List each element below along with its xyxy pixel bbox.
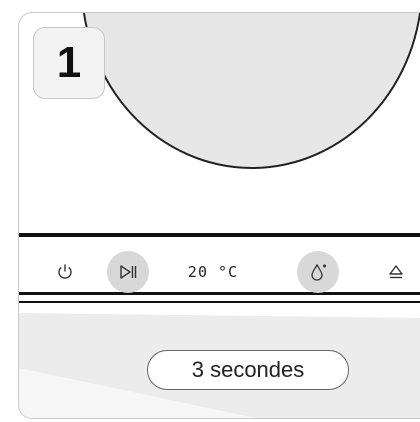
duration-text: 3 secondes xyxy=(191,357,305,382)
panel-bottom-line xyxy=(19,292,420,295)
panel-top-line xyxy=(19,233,420,237)
water-drop-icon xyxy=(311,263,326,281)
eject-button[interactable] xyxy=(381,257,411,287)
power-icon xyxy=(58,264,72,279)
duration-label: 3 secondes xyxy=(147,350,349,390)
power-button[interactable] xyxy=(50,257,80,287)
panel-bottom-line-2 xyxy=(19,301,420,303)
water-button[interactable] xyxy=(297,251,339,293)
temperature-display: 20 °C xyxy=(173,261,253,283)
temperature-value: 20 °C xyxy=(187,263,239,281)
instruction-frame: 1 20 °C 3 secondes xyxy=(18,12,420,419)
step-number-badge: 1 xyxy=(33,27,105,99)
play-pause-button[interactable] xyxy=(107,251,149,293)
step-number: 1 xyxy=(56,38,82,87)
play-pause-icon xyxy=(120,265,137,279)
eject-icon xyxy=(389,265,403,279)
